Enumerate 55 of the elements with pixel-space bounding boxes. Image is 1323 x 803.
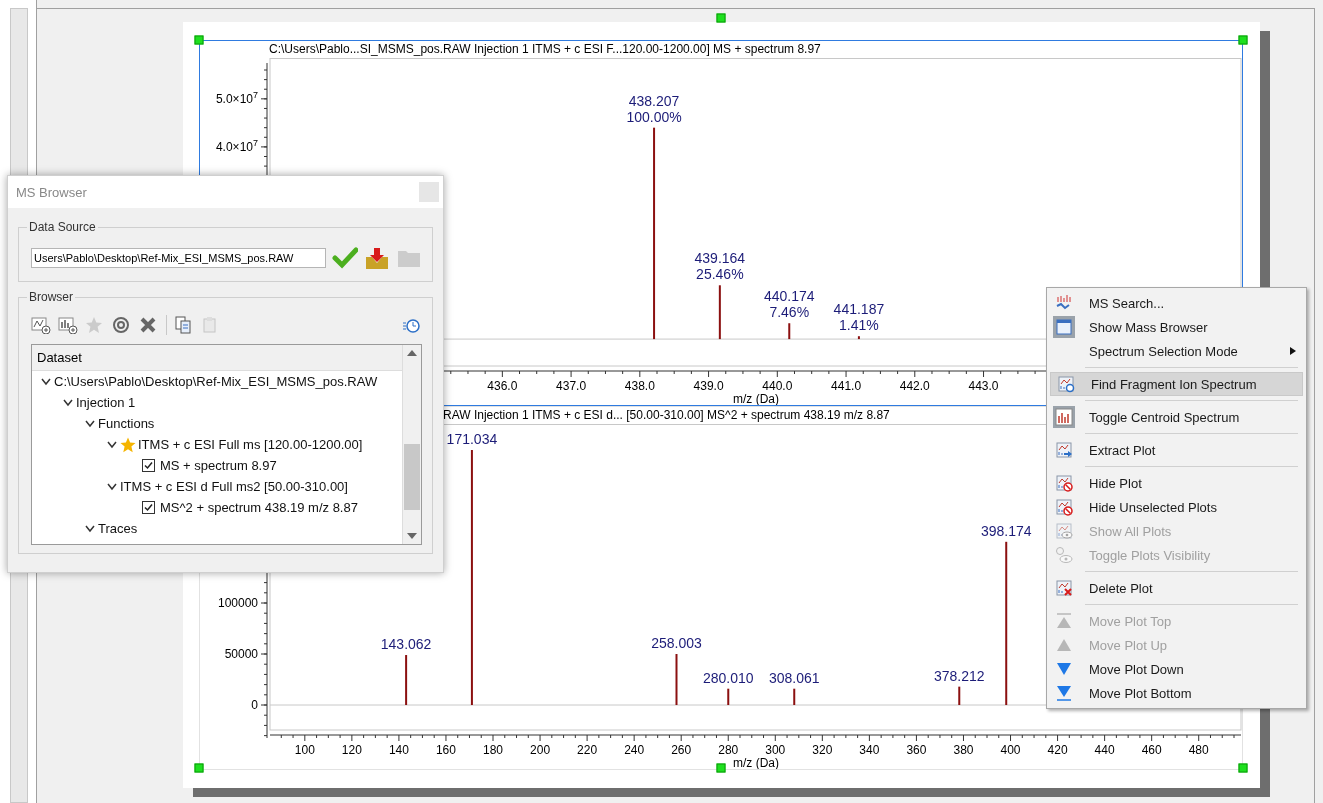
peak-label: 441.187	[833, 301, 885, 318]
x-tick-label: 140	[388, 743, 409, 757]
x-tick-label: 480	[1188, 743, 1209, 757]
x-tick-label: 441.0	[831, 379, 862, 393]
group-label: Data Source	[28, 220, 97, 234]
x-tick-label: 420	[1047, 743, 1068, 757]
x-tick-label: 437.0	[556, 379, 587, 393]
peak-label: 440.174	[763, 288, 815, 305]
peak-label: 439.164	[694, 250, 746, 267]
peak-label: 171.034	[446, 431, 498, 447]
x-tick-label: 340	[859, 743, 880, 757]
x-tick-label: 436.0	[487, 379, 518, 393]
peak-label: 308.061	[768, 669, 820, 686]
x-tick-label: 280	[718, 743, 739, 757]
y-tick-label: 5.0×10$^{7}$	[215, 89, 258, 106]
x-axis-label: m/z (Da)	[733, 392, 779, 405]
x-tick-label: 443.0	[968, 379, 999, 393]
peak-label: 1.41%	[839, 317, 879, 334]
peak-label: 438.207	[628, 92, 680, 109]
x-tick-label: 440	[1094, 743, 1115, 757]
plot-title: C:\Users\Pablo...SI_MSMS_pos.RAW Injection 1 ITMS + c ESI F...120.00-1200.00] MS + spectrum 8.97	[269, 42, 821, 56]
group-label: Browser	[28, 290, 74, 304]
x-tick-label: 300	[765, 743, 786, 757]
x-tick-label: 240	[624, 743, 645, 757]
peak-label: 258.003	[651, 635, 702, 651]
x-axis-label: m/z (Da)	[733, 756, 779, 769]
x-tick-label: 400	[1000, 743, 1021, 757]
x-tick-label: 160	[435, 743, 456, 757]
x-tick-label: 380	[953, 743, 974, 757]
y-tick-label: 100000	[217, 596, 258, 610]
x-tick-label: 442.0	[899, 379, 930, 393]
y-tick-label: 0	[251, 698, 258, 712]
y-tick-label: 4.0×10$^{7}$	[215, 137, 258, 154]
x-tick-label: 100	[294, 743, 315, 757]
x-tick-label: 200	[530, 743, 551, 757]
peak-label: 280.010	[702, 669, 754, 686]
x-tick-label: 180	[483, 743, 503, 757]
x-tick-label: 120	[341, 743, 362, 757]
peak-label: 378.212	[933, 667, 985, 684]
x-tick-label: 440.0	[762, 379, 793, 393]
peak-label: 398.174	[980, 522, 1032, 539]
x-tick-label: 438.0	[624, 379, 655, 393]
x-tick-label: 460	[1141, 743, 1162, 757]
plot-title: RAW Injection 1 ITMS + c ESI d... [50.00-310.00] MS^2 + spectrum 438.19 m/z 8.87	[443, 408, 890, 422]
peak-label: 25.46%	[696, 266, 744, 283]
window-title: MS Browser	[16, 184, 87, 200]
y-tick-label: 50000	[224, 647, 258, 661]
x-tick-label: 220	[577, 743, 598, 757]
x-tick-label: 260	[671, 743, 692, 757]
x-tick-label: 360	[906, 743, 927, 757]
peak-label: 7.46%	[769, 304, 810, 321]
peak-label: 100.00%	[626, 108, 682, 125]
x-tick-label: 320	[812, 743, 833, 757]
peak-label: 143.062	[380, 636, 432, 653]
x-tick-label: 439.0	[693, 379, 724, 393]
